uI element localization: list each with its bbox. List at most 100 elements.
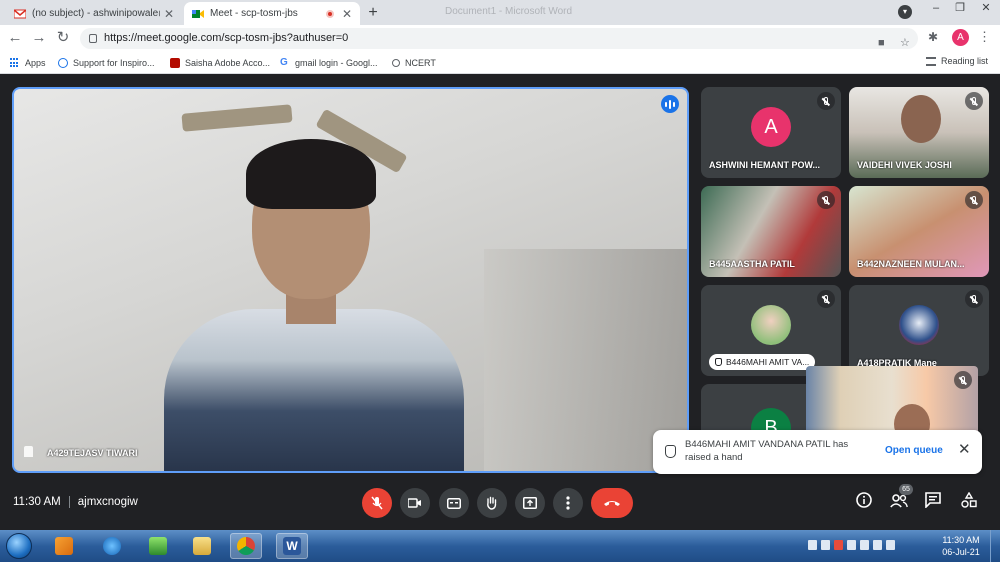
avatar: [899, 305, 939, 345]
internet-explorer-icon: [103, 537, 121, 555]
meeting-time: 11:30 AM: [13, 496, 61, 509]
mic-off-icon: [817, 92, 835, 110]
close-tab-icon[interactable]: ✕: [342, 7, 352, 21]
tray-icon[interactable]: [834, 540, 843, 550]
activities-button[interactable]: [958, 491, 980, 514]
bookmark-apps[interactable]: Apps: [10, 56, 46, 70]
participant-tile[interactable]: B442NAZNEEN MULAN...: [849, 186, 989, 277]
main-speaker-tile[interactable]: A429TEJASV TIWARI: [12, 87, 689, 473]
taskbar-file-explorer[interactable]: [186, 533, 218, 559]
taskbar-network-app[interactable]: [142, 533, 174, 559]
chat-button[interactable]: [922, 492, 944, 514]
activities-icon: [961, 491, 977, 508]
raise-hand-button[interactable]: [477, 488, 507, 518]
meet-control-bar: 11:30 AM ajmxcnogiw 65: [0, 478, 1000, 530]
meeting-info-button[interactable]: [853, 492, 875, 514]
tab-meet[interactable]: Meet - scp-tosm-jbs ✕: [184, 2, 360, 25]
network-status-icon[interactable]: [873, 540, 882, 550]
ceiling-fan-blade: [181, 104, 293, 132]
captions-icon: [447, 497, 461, 509]
chat-icon: [925, 492, 941, 509]
tray-icon[interactable]: [821, 540, 830, 550]
tray-icon[interactable]: [808, 540, 817, 550]
windows-taskbar: W 11:30 AM 06-Jul-21: [0, 530, 1000, 562]
avatar: [751, 305, 791, 345]
restore-button[interactable]: ❐: [948, 0, 972, 16]
address-bar[interactable]: https://meet.google.com/scp-tosm-jbs?aut…: [80, 28, 918, 49]
tray-icon[interactable]: [847, 540, 856, 550]
browser-menu-icon[interactable]: ⋮: [978, 29, 991, 45]
participant-name: ASHWINI HEMANT POW...: [709, 160, 820, 170]
new-tab-button[interactable]: +: [364, 4, 382, 22]
bookmark-adobe[interactable]: Saisha Adobe Acco...: [170, 56, 270, 70]
open-queue-button[interactable]: Open queue: [885, 445, 943, 456]
bookmark-star-icon[interactable]: ☆: [900, 33, 910, 54]
camera-button[interactable]: [400, 488, 430, 518]
close-icon[interactable]: ✕: [958, 442, 971, 458]
notification-message: B446MAHI AMIT VANDANA PATIL has raised a…: [685, 439, 849, 463]
forward-button[interactable]: →: [30, 29, 48, 47]
people-button[interactable]: [888, 492, 910, 514]
bookmark-gmail-login[interactable]: G gmail login - Googl...: [280, 56, 378, 70]
ncert-icon: [392, 59, 400, 67]
browser-toolbar: ← → ↻ https://meet.google.com/scp-tosm-j…: [0, 25, 1000, 52]
raised-hand-icon: [665, 445, 676, 458]
globe-icon: [58, 58, 68, 68]
close-window-button[interactable]: ✕: [974, 0, 998, 16]
more-options-button[interactable]: [553, 488, 583, 518]
tab-title: (no subject) - ashwinipowale@m: [32, 8, 160, 19]
microphone-button[interactable]: [362, 488, 392, 518]
volume-icon[interactable]: [886, 540, 895, 550]
minimize-button[interactable]: –: [924, 0, 948, 16]
taskbar-word[interactable]: W: [276, 533, 308, 559]
back-button[interactable]: ←: [6, 29, 24, 47]
people-icon: [890, 494, 908, 508]
present-screen-button[interactable]: [515, 488, 545, 518]
lock-icon: [89, 34, 97, 43]
more-vert-icon: [566, 496, 570, 510]
camera-icon[interactable]: ■: [878, 33, 885, 54]
media-player-icon: [55, 537, 73, 555]
raised-hand-icon: [715, 358, 722, 366]
close-tab-icon[interactable]: ✕: [164, 7, 174, 21]
reading-list-button[interactable]: Reading list: [926, 56, 988, 66]
tab-search-icon[interactable]: ▾: [898, 5, 912, 19]
tab-gmail[interactable]: (no subject) - ashwinipowale@m ✕: [6, 2, 182, 25]
participant-tile[interactable]: A418PRATIK Mane: [849, 285, 989, 376]
system-tray: [808, 540, 895, 550]
url-text: https://meet.google.com/scp-tosm-jbs?aut…: [104, 32, 349, 44]
profile-avatar[interactable]: A: [952, 29, 969, 46]
chrome-icon: [237, 537, 255, 555]
participant-tile[interactable]: VAIDEHI VIVEK JOSHI: [849, 87, 989, 178]
clock-time: 11:30 AM: [942, 535, 980, 545]
system-clock[interactable]: 11:30 AM 06-Jul-21: [936, 534, 986, 558]
taskbar-media-player[interactable]: [48, 533, 80, 559]
meeting-details[interactable]: 11:30 AM ajmxcnogiw: [13, 496, 138, 508]
extensions-icon[interactable]: ✱: [928, 30, 938, 44]
word-icon: W: [283, 537, 301, 555]
tray-icon[interactable]: [860, 540, 869, 550]
participant-tile[interactable]: B445AASTHA PATIL: [701, 186, 841, 277]
show-desktop-button[interactable]: [990, 530, 1000, 562]
bookmark-support[interactable]: Support for Inspiro...: [58, 56, 155, 70]
mic-off-icon: [965, 290, 983, 308]
participant-name: B442NAZNEEN MULAN...: [857, 259, 965, 269]
captions-button[interactable]: [439, 488, 469, 518]
participant-tile[interactable]: A ASHWINI HEMANT POW...: [701, 87, 841, 178]
speaking-indicator-icon: [661, 95, 679, 113]
end-call-icon: [604, 501, 620, 506]
participant-count-badge: 65: [899, 484, 913, 495]
taskbar-chrome[interactable]: [230, 533, 262, 559]
start-button[interactable]: [6, 533, 32, 559]
pin-icon[interactable]: [24, 446, 33, 457]
taskbar-internet-explorer[interactable]: [96, 533, 128, 559]
bookmark-ncert[interactable]: NCERT: [392, 56, 436, 70]
hand-icon: [487, 496, 497, 510]
reload-button[interactable]: ↻: [54, 29, 72, 47]
leave-call-button[interactable]: [591, 488, 633, 518]
participant-tile[interactable]: B446MAHI AMIT VA...: [701, 285, 841, 376]
participant-name: B445AASTHA PATIL: [709, 259, 795, 269]
background-window-title: Document1 - Microsoft Word: [445, 6, 573, 17]
bookmarks-bar: Apps Support for Inspiro... Saisha Adobe…: [0, 52, 1000, 74]
mic-off-icon: [371, 496, 383, 510]
